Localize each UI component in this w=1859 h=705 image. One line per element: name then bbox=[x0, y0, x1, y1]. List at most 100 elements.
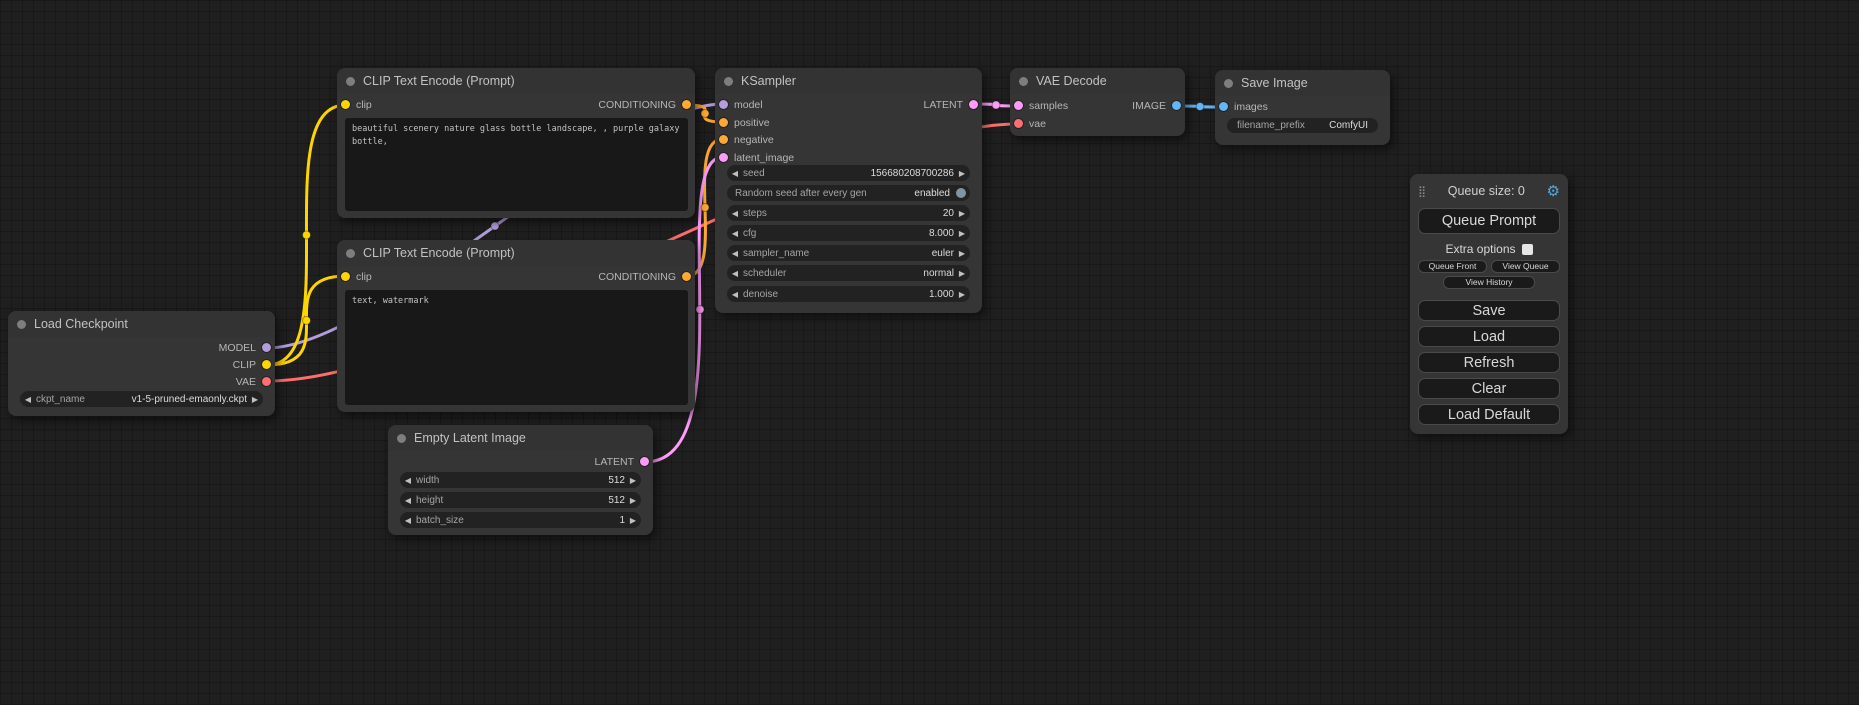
latent-slot-dot[interactable] bbox=[1014, 101, 1023, 110]
cfg-widget[interactable]: ◀ cfg 8.000 ▶ bbox=[727, 225, 970, 241]
node-collapse-dot[interactable] bbox=[397, 434, 406, 443]
node-collapse-dot[interactable] bbox=[346, 249, 355, 258]
random-seed-toggle-widget[interactable]: Random seed after every gen enabled bbox=[727, 185, 970, 201]
ckpt-name-widget[interactable]: ◀ ckpt_name v1-5-pruned-emaonly.ckpt ▶ bbox=[20, 391, 263, 407]
load-default-button[interactable]: Load Default bbox=[1418, 404, 1560, 425]
prompt-textarea[interactable]: text, watermark bbox=[345, 290, 688, 405]
view-history-button[interactable]: View History bbox=[1443, 276, 1535, 289]
input-slot-latent-image[interactable]: latent_image bbox=[719, 149, 794, 166]
filename-prefix-widget[interactable]: filename_prefix ComfyUI bbox=[1227, 118, 1378, 133]
load-button[interactable]: Load bbox=[1418, 326, 1560, 347]
next-arrow-icon[interactable]: ▶ bbox=[247, 395, 263, 404]
prev-arrow-icon[interactable]: ◀ bbox=[400, 496, 416, 505]
node-save-image[interactable]: Save Image images filename_prefix ComfyU… bbox=[1215, 70, 1390, 145]
latent-slot-dot[interactable] bbox=[969, 100, 978, 109]
conditioning-slot-dot[interactable] bbox=[719, 118, 728, 127]
output-slot-image[interactable]: IMAGE bbox=[1132, 97, 1181, 114]
node-title-bar[interactable]: Load Checkpoint bbox=[8, 311, 275, 337]
latent-slot-dot[interactable] bbox=[719, 153, 728, 162]
node-clip-text-encode-positive[interactable]: CLIP Text Encode (Prompt) clip CONDITION… bbox=[337, 68, 695, 218]
next-arrow-icon[interactable]: ▶ bbox=[625, 496, 641, 505]
refresh-button[interactable]: Refresh bbox=[1418, 352, 1560, 373]
next-arrow-icon[interactable]: ▶ bbox=[625, 476, 641, 485]
node-title-bar[interactable]: Save Image bbox=[1215, 70, 1390, 96]
node-collapse-dot[interactable] bbox=[346, 77, 355, 86]
model-slot-dot[interactable] bbox=[719, 100, 728, 109]
input-slot-clip[interactable]: clip bbox=[341, 96, 372, 113]
prompt-textarea[interactable]: beautiful scenery nature glass bottle la… bbox=[345, 118, 688, 211]
sampler-name-widget[interactable]: ◀ sampler_name euler ▶ bbox=[727, 245, 970, 261]
width-widget[interactable]: ◀ width 512 ▶ bbox=[400, 472, 641, 488]
steps-widget[interactable]: ◀ steps 20 ▶ bbox=[727, 205, 970, 221]
prev-arrow-icon[interactable]: ◀ bbox=[400, 516, 416, 525]
prev-arrow-icon[interactable]: ◀ bbox=[727, 229, 743, 238]
output-slot-conditioning[interactable]: CONDITIONING bbox=[598, 268, 691, 285]
output-slot-clip[interactable]: CLIP bbox=[233, 356, 271, 373]
extra-options-checkbox[interactable] bbox=[1522, 244, 1533, 255]
clip-slot-dot[interactable] bbox=[262, 360, 271, 369]
model-slot-dot[interactable] bbox=[262, 343, 271, 352]
drag-handle-icon[interactable]: ⣿ bbox=[1418, 185, 1426, 198]
queue-prompt-button[interactable]: Queue Prompt bbox=[1418, 208, 1560, 234]
input-slot-model[interactable]: model bbox=[719, 96, 763, 113]
conditioning-slot-dot[interactable] bbox=[682, 272, 691, 281]
input-slot-negative[interactable]: negative bbox=[719, 131, 774, 148]
clip-slot-dot[interactable] bbox=[341, 272, 350, 281]
queue-front-button[interactable]: Queue Front bbox=[1418, 260, 1487, 273]
view-queue-button[interactable]: View Queue bbox=[1491, 260, 1560, 273]
output-slot-vae[interactable]: VAE bbox=[236, 373, 271, 390]
seed-widget[interactable]: ◀ seed 156680208700286 ▶ bbox=[727, 165, 970, 181]
image-slot-dot[interactable] bbox=[1219, 102, 1228, 111]
workflow-canvas[interactable]: Load Checkpoint MODEL CLIP VAE ◀ ckpt_na… bbox=[0, 0, 1859, 705]
node-empty-latent-image[interactable]: Empty Latent Image LATENT ◀ width 512 ▶ … bbox=[388, 425, 653, 535]
node-collapse-dot[interactable] bbox=[1019, 77, 1028, 86]
next-arrow-icon[interactable]: ▶ bbox=[954, 269, 970, 278]
next-arrow-icon[interactable]: ▶ bbox=[625, 516, 641, 525]
prev-arrow-icon[interactable]: ◀ bbox=[727, 209, 743, 218]
prev-arrow-icon[interactable]: ◀ bbox=[727, 269, 743, 278]
conditioning-slot-dot[interactable] bbox=[719, 135, 728, 144]
clip-slot-dot[interactable] bbox=[341, 100, 350, 109]
input-slot-vae[interactable]: vae bbox=[1014, 115, 1046, 132]
conditioning-slot-dot[interactable] bbox=[682, 100, 691, 109]
output-slot-latent[interactable]: LATENT bbox=[595, 453, 649, 470]
prev-arrow-icon[interactable]: ◀ bbox=[727, 169, 743, 178]
node-collapse-dot[interactable] bbox=[17, 320, 26, 329]
next-arrow-icon[interactable]: ▶ bbox=[954, 249, 970, 258]
next-arrow-icon[interactable]: ▶ bbox=[954, 290, 970, 299]
vae-slot-dot[interactable] bbox=[262, 377, 271, 386]
node-title-bar[interactable]: CLIP Text Encode (Prompt) bbox=[337, 68, 695, 94]
comfy-menu-panel[interactable]: ⣿ Queue size: 0 ⚙ Queue Prompt Extra opt… bbox=[1410, 174, 1568, 434]
settings-gear-icon[interactable]: ⚙ bbox=[1547, 184, 1560, 199]
latent-slot-dot[interactable] bbox=[640, 457, 649, 466]
next-arrow-icon[interactable]: ▶ bbox=[954, 229, 970, 238]
node-clip-text-encode-negative[interactable]: CLIP Text Encode (Prompt) clip CONDITION… bbox=[337, 240, 695, 412]
input-slot-samples[interactable]: samples bbox=[1014, 97, 1068, 114]
prev-arrow-icon[interactable]: ◀ bbox=[20, 395, 36, 404]
next-arrow-icon[interactable]: ▶ bbox=[954, 169, 970, 178]
node-collapse-dot[interactable] bbox=[1224, 79, 1233, 88]
node-vae-decode[interactable]: VAE Decode samples vae IMAGE bbox=[1010, 68, 1185, 136]
output-slot-latent[interactable]: LATENT bbox=[924, 96, 978, 113]
next-arrow-icon[interactable]: ▶ bbox=[954, 209, 970, 218]
node-collapse-dot[interactable] bbox=[724, 77, 733, 86]
save-button[interactable]: Save bbox=[1418, 300, 1560, 321]
clear-button[interactable]: Clear bbox=[1418, 378, 1560, 399]
scheduler-widget[interactable]: ◀ scheduler normal ▶ bbox=[727, 265, 970, 281]
node-load-checkpoint[interactable]: Load Checkpoint MODEL CLIP VAE ◀ ckpt_na… bbox=[8, 311, 275, 416]
input-slot-clip[interactable]: clip bbox=[341, 268, 372, 285]
prev-arrow-icon[interactable]: ◀ bbox=[400, 476, 416, 485]
output-slot-model[interactable]: MODEL bbox=[219, 339, 271, 356]
input-slot-images[interactable]: images bbox=[1219, 98, 1268, 115]
vae-slot-dot[interactable] bbox=[1014, 119, 1023, 128]
prev-arrow-icon[interactable]: ◀ bbox=[727, 290, 743, 299]
node-ksampler[interactable]: KSampler model positive negative latent_… bbox=[715, 68, 982, 313]
denoise-widget[interactable]: ◀ denoise 1.000 ▶ bbox=[727, 286, 970, 302]
input-slot-positive[interactable]: positive bbox=[719, 114, 770, 131]
batch-size-widget[interactable]: ◀ batch_size 1 ▶ bbox=[400, 512, 641, 528]
node-title-bar[interactable]: VAE Decode bbox=[1010, 68, 1185, 94]
node-title-bar[interactable]: Empty Latent Image bbox=[388, 425, 653, 451]
prev-arrow-icon[interactable]: ◀ bbox=[727, 249, 743, 258]
output-slot-conditioning[interactable]: CONDITIONING bbox=[598, 96, 691, 113]
node-title-bar[interactable]: KSampler bbox=[715, 68, 982, 94]
